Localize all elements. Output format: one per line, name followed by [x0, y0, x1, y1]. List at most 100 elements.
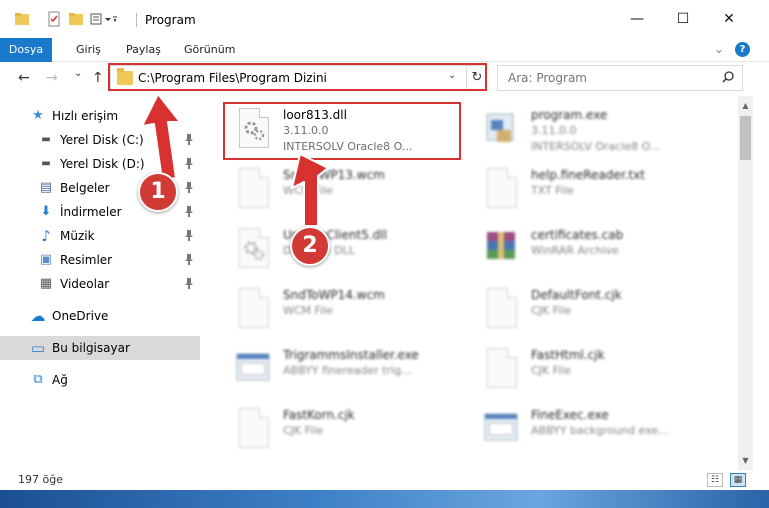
recent-locations-button[interactable]: ⌄: [74, 68, 82, 79]
scroll-down-icon[interactable]: ▼: [738, 453, 753, 468]
navigation-pane: ★ Hızlı erişim ▬ Yerel Disk (C:) ▬ Yerel…: [0, 100, 205, 460]
installer-icon: [483, 408, 519, 454]
tab-file[interactable]: Dosya: [0, 38, 52, 62]
file-type: TXT File: [531, 184, 574, 197]
address-bar[interactable]: C:\Program Files\Program Dizini ⌄ ↻: [110, 65, 487, 91]
maximize-button[interactable]: ☐: [660, 0, 706, 38]
new-folder-icon[interactable]: [68, 11, 84, 27]
address-dropdown-icon[interactable]: ⌄: [448, 70, 456, 81]
nav-item-label: Yerel Disk (D:): [60, 157, 145, 171]
file-type: CJK File: [531, 304, 572, 317]
nav-item-music[interactable]: ♪ Müzik: [0, 224, 200, 248]
file-item-defaultfont[interactable]: DefaultFont.cjk CJK File: [473, 282, 723, 342]
file-name: FastHtml.cjk: [531, 348, 605, 362]
file-icon: [235, 288, 271, 334]
file-name: SndToWP13.wcm: [283, 168, 385, 182]
file-type: WCM File: [283, 304, 333, 317]
file-item-sndtowp13[interactable]: SndToWP13.wcm WCM File: [225, 162, 475, 222]
folder-icon: [117, 68, 133, 85]
nav-item-videos[interactable]: ▦ Videolar: [0, 272, 200, 296]
nav-item-label: Videolar: [60, 277, 110, 291]
pin-icon[interactable]: [184, 229, 194, 244]
drive-icon: ▬: [41, 134, 51, 145]
file-type: WinRAR Archive: [531, 244, 619, 257]
title-separator: [136, 13, 137, 27]
up-button[interactable]: ↑: [92, 70, 104, 86]
title-bar: Program — ☐ ✕: [0, 0, 769, 38]
nav-item-onedrive[interactable]: ☁ OneDrive: [0, 304, 200, 328]
file-version: 3.11.0.0: [531, 124, 577, 137]
file-name: DefaultFont.cjk: [531, 288, 622, 302]
scroll-up-icon[interactable]: ▲: [738, 98, 753, 113]
tab-view[interactable]: Görünüm: [184, 38, 235, 62]
customize-toolbar-icon[interactable]: [90, 11, 117, 27]
help-icon[interactable]: ?: [735, 42, 750, 57]
close-button[interactable]: ✕: [706, 0, 752, 38]
nav-item-pictures[interactable]: ▣ Resimler: [0, 248, 200, 272]
ribbon-expand-icon[interactable]: ⌄: [714, 42, 724, 56]
nav-item-disk-d[interactable]: ▬ Yerel Disk (D:): [0, 152, 200, 176]
address-path[interactable]: C:\Program Files\Program Dizini: [138, 71, 327, 85]
file-icon: [483, 348, 519, 394]
installer-icon: [235, 348, 271, 394]
file-item-trigramms-installer[interactable]: TrigrammsInstaller.exe ABBYY finereader …: [225, 342, 475, 402]
nav-item-label: İndirmeler: [60, 205, 122, 219]
ribbon-tabs: Dosya Giriş Paylaş Görünüm ⌄ ?: [0, 38, 769, 62]
step-badge-1: 1: [138, 172, 178, 212]
nav-item-this-pc[interactable]: ▭ Bu bilgisayar: [0, 336, 200, 360]
tab-share[interactable]: Paylaş: [126, 38, 161, 62]
nav-item-label: Yerel Disk (C:): [60, 133, 144, 147]
file-name: loor813.dll: [283, 108, 347, 122]
pin-icon[interactable]: [184, 157, 194, 172]
scrollbar-thumb[interactable]: [740, 116, 751, 160]
file-item-loor813-dll[interactable]: loor813.dll 3.11.0.0 INTERSOLV Oracle8 O…: [225, 102, 475, 162]
search-icon: [722, 71, 734, 86]
exe-icon: [483, 108, 519, 154]
details-view-button[interactable]: ☷: [707, 473, 723, 487]
pin-icon[interactable]: [184, 205, 194, 220]
tab-home[interactable]: Giriş: [76, 38, 101, 62]
refresh-button[interactable]: ↻: [466, 67, 487, 89]
pin-icon[interactable]: [184, 133, 194, 148]
file-item-fastkorn[interactable]: FastKorn.cjk CJK File: [225, 402, 475, 460]
dll-gear-icon: [235, 228, 271, 274]
forward-button[interactable]: →: [46, 70, 58, 86]
file-icon: [483, 168, 519, 214]
nav-item-label: OneDrive: [52, 309, 109, 323]
file-item-program-exe[interactable]: program.exe 3.11.0.0 INTERSOLV Oracle8 O…: [473, 102, 723, 162]
file-item-fineexec[interactable]: FineExec.exe ABBYY background exe...: [473, 402, 723, 460]
file-name: TrigrammsInstaller.exe: [283, 348, 419, 362]
minimize-button[interactable]: —: [614, 0, 660, 38]
large-icons-view-button[interactable]: ▦: [730, 473, 746, 487]
address-row: ← → ⌄ ↑ C:\Program Files\Program Dizini …: [0, 62, 769, 94]
documents-icon: ▤: [39, 180, 53, 195]
nav-item-label: Bu bilgisayar: [52, 341, 130, 355]
nav-item-disk-c[interactable]: ▬ Yerel Disk (C:): [0, 128, 200, 152]
file-item-updateclient5[interactable]: UpdateClient5.dll Datasize DLL: [225, 222, 475, 282]
window-title: Program: [145, 13, 196, 27]
file-item-sndtowp14[interactable]: SndToWP14.wcm WCM File: [225, 282, 475, 342]
nav-item-network[interactable]: ⧉ Ağ: [0, 368, 200, 392]
download-icon: ⬇: [40, 204, 52, 219]
dll-gear-icon: [235, 108, 271, 154]
file-item-help-finereader[interactable]: help.fineReader.txt TXT File: [473, 162, 723, 222]
file-name: certificates.cab: [531, 228, 624, 242]
search-box[interactable]: Ara: Program: [497, 65, 743, 91]
pin-icon[interactable]: [184, 253, 194, 268]
file-item-certificates-cab[interactable]: certificates.cab WinRAR Archive: [473, 222, 723, 282]
drive-icon: ▬: [41, 158, 51, 169]
winrar-icon: [483, 228, 519, 274]
file-name: program.exe: [531, 108, 608, 122]
pin-icon[interactable]: [184, 181, 194, 196]
vertical-scrollbar[interactable]: ▲ ▼: [738, 96, 753, 470]
search-input[interactable]: Ara: Program: [508, 71, 587, 85]
pictures-icon: ▣: [39, 252, 53, 267]
nav-item-quick-access[interactable]: ★ Hızlı erişim: [0, 104, 200, 128]
item-count: 197 öğe: [18, 473, 63, 486]
step-badge-2: 2: [290, 226, 330, 266]
pin-icon[interactable]: [184, 277, 194, 292]
back-button[interactable]: ←: [18, 70, 30, 86]
properties-icon[interactable]: [46, 11, 62, 27]
file-item-fasthtml[interactable]: FastHtml.cjk CJK File: [473, 342, 723, 402]
nav-item-label: Belgeler: [60, 181, 110, 195]
